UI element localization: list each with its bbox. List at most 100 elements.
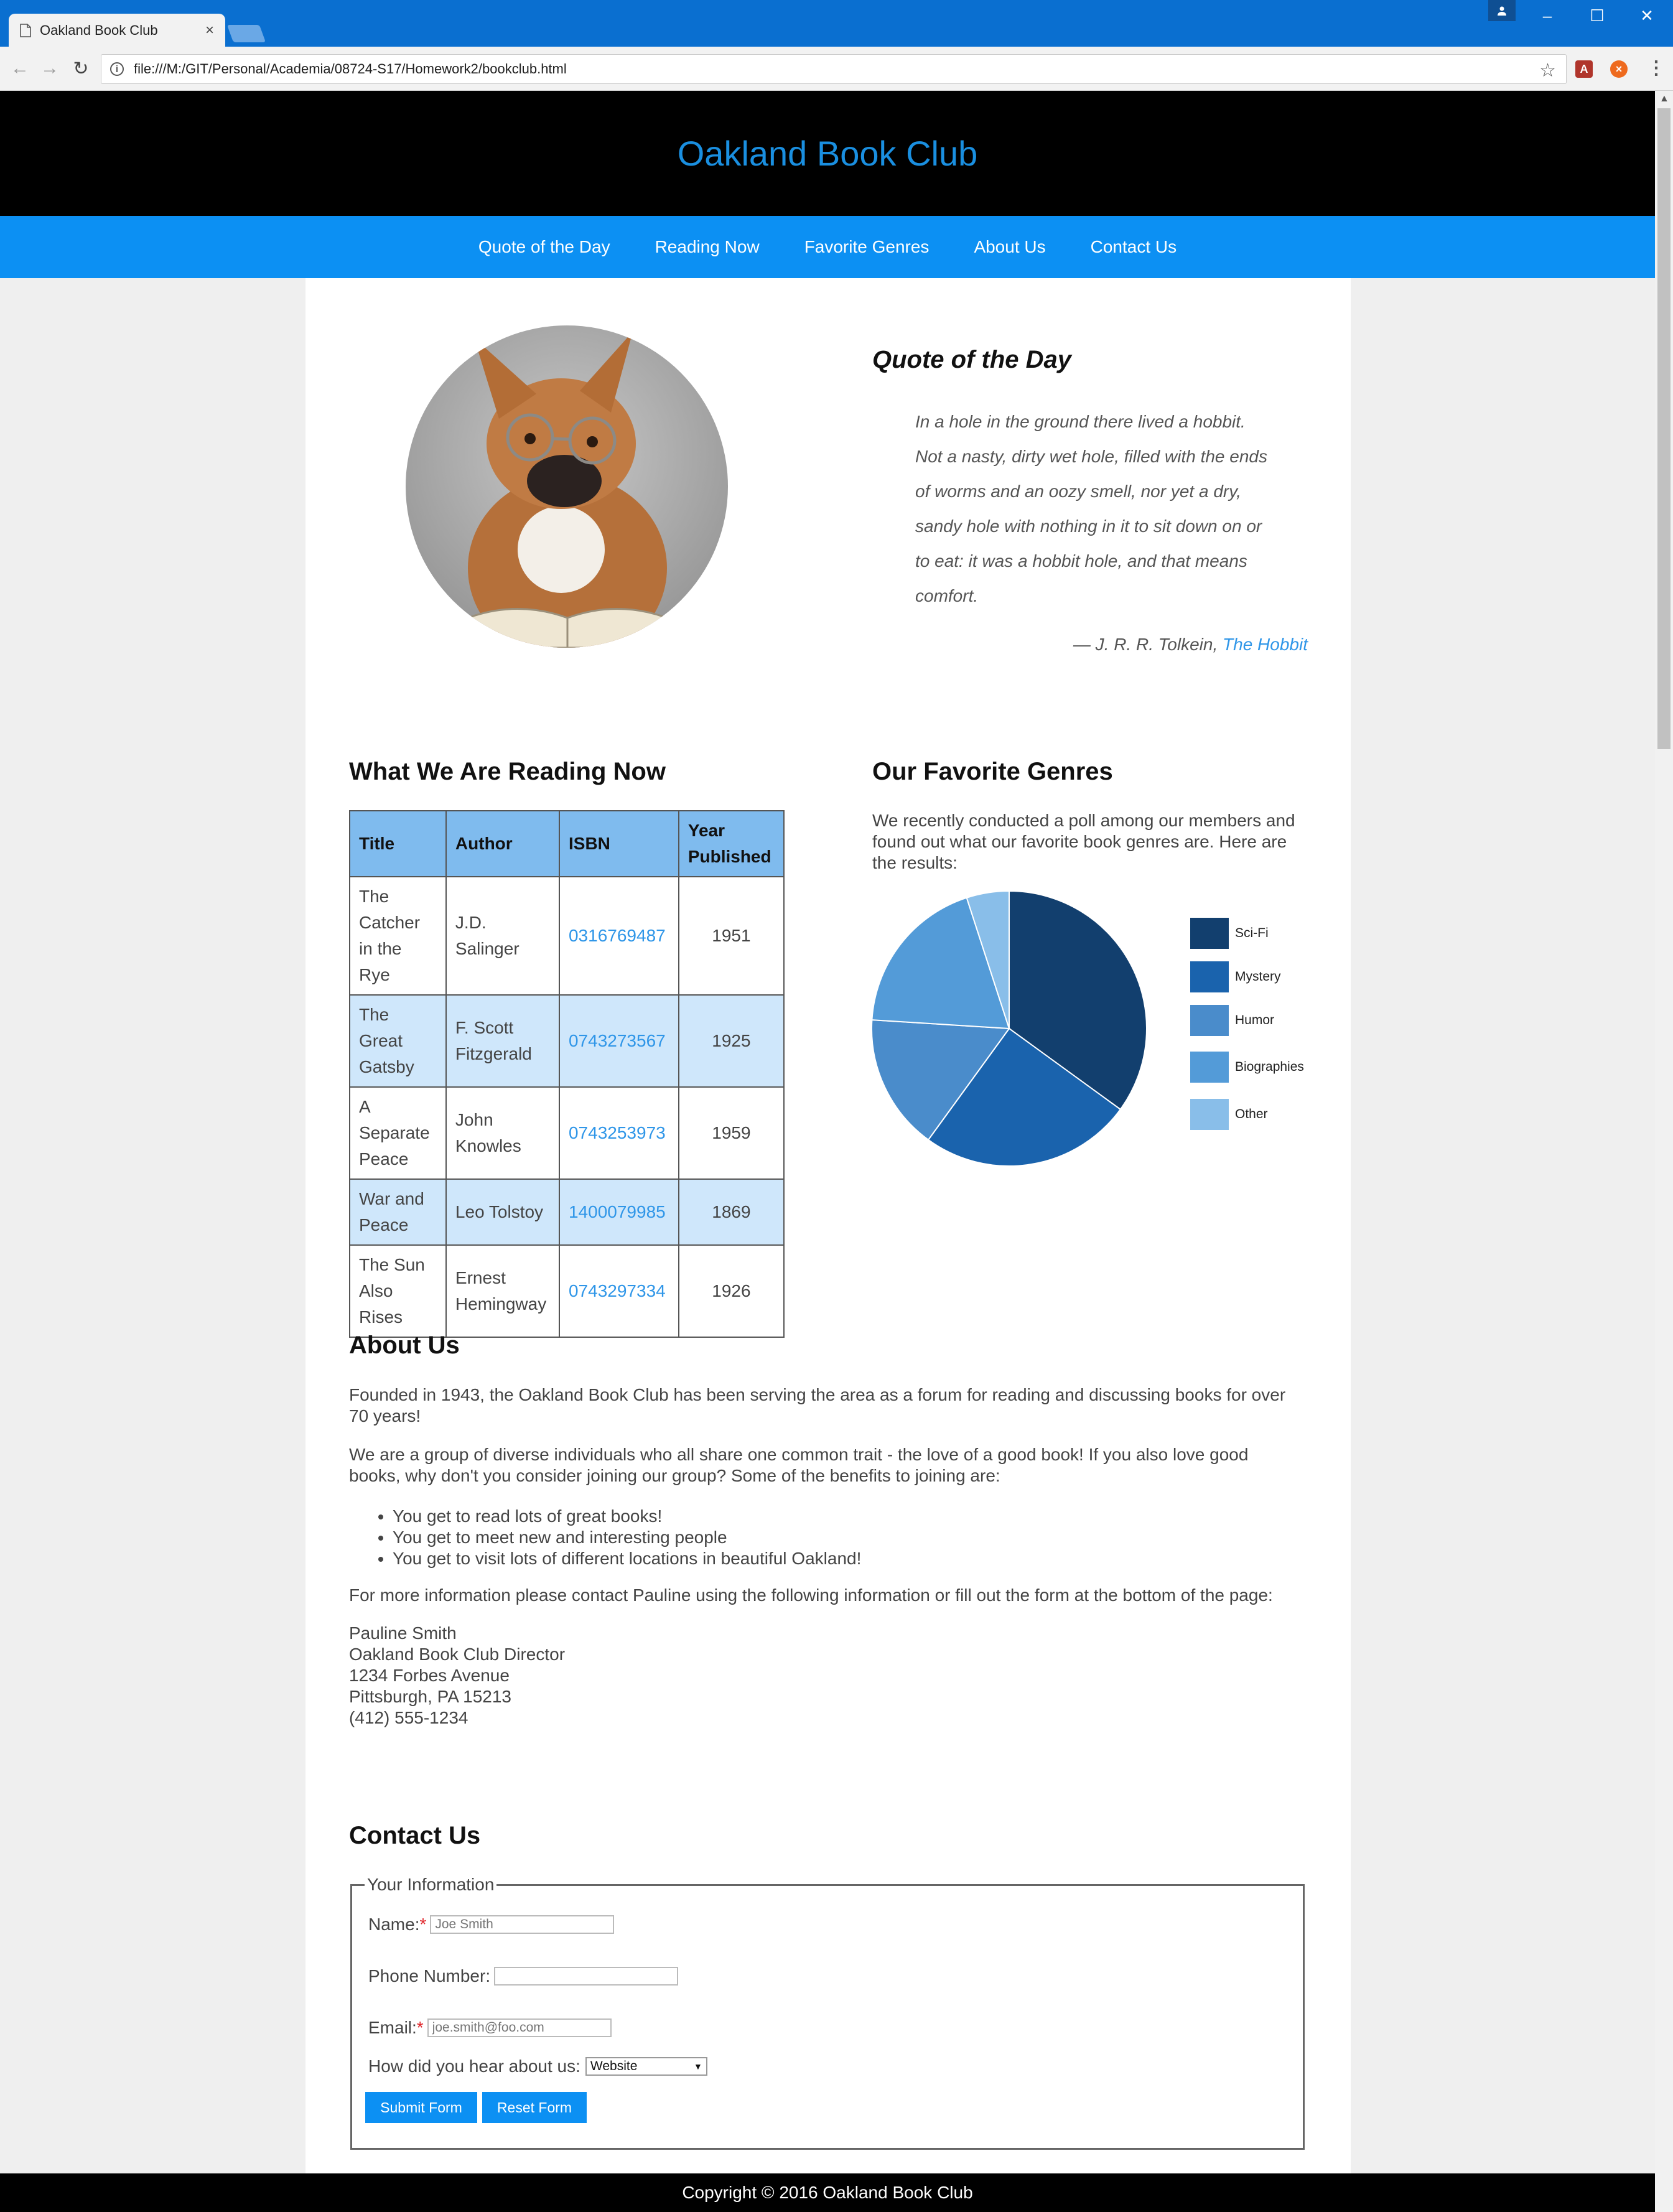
col-isbn: ISBN (558, 810, 679, 877)
legend-label: Humor (1235, 1013, 1275, 1027)
scroll-thumb[interactable] (1657, 108, 1671, 749)
book-title: A Separate Peace (349, 1086, 447, 1180)
book-isbn-link[interactable]: 0743297334 (558, 1244, 679, 1338)
reset-button[interactable]: Reset Form (482, 2092, 587, 2123)
legend-item: Biographies (1190, 1052, 1304, 1083)
book-year: 1959 (678, 1086, 785, 1180)
reload-icon[interactable]: ↻ (70, 57, 92, 80)
about-paragraph: Founded in 1943, the Oakland Book Club h… (349, 1385, 1286, 1426)
browser-tab[interactable]: Oakland Book Club × (9, 14, 225, 47)
site-nav: Quote of the Day Reading Now Favorite Ge… (0, 216, 1655, 278)
genre-pie-chart (871, 890, 1147, 1167)
book-author: Ernest Hemingway (445, 1244, 560, 1338)
page-scrollbar[interactable]: ▲ (1655, 91, 1673, 2212)
phone-input[interactable] (494, 1967, 679, 1986)
legend-swatch (1190, 1005, 1229, 1036)
referral-row: How did you hear about us: Website ▼ (368, 2056, 707, 2076)
scroll-up-icon[interactable]: ▲ (1659, 93, 1669, 105)
quote-body: In a hole in the ground there lived a ho… (915, 404, 1282, 614)
quote-author: — J. R. R. Tolkein, (1073, 635, 1218, 654)
legend-swatch (1190, 961, 1229, 992)
table-header-row: Title Author ISBN Year Published (349, 810, 785, 877)
new-tab-button[interactable] (226, 25, 266, 42)
book-author: J.D. Salinger (445, 876, 560, 996)
name-input[interactable] (430, 1915, 615, 1934)
form-legend: Your Information (367, 1875, 495, 1894)
quote-line: Not a nasty, dirty wet hole, filled with… (915, 447, 1267, 466)
close-icon[interactable]: × (205, 22, 214, 39)
book-isbn-link[interactable]: 0743273567 (558, 994, 679, 1088)
table-row: A Separate Peace John Knowles 0743253973… (349, 1086, 785, 1180)
required-mark: * (419, 1915, 427, 1934)
profile-icon[interactable] (1488, 0, 1516, 21)
list-item: You get to meet new and interesting peop… (393, 1527, 861, 1548)
book-year: 1926 (678, 1244, 785, 1338)
star-icon[interactable]: ☆ (1539, 60, 1556, 82)
col-author: Author (445, 810, 560, 877)
site-header: Oakland Book Club (0, 91, 1655, 216)
name-label: Name: (368, 1915, 420, 1934)
forward-icon[interactable]: → (39, 57, 61, 80)
table-row: The Sun Also Rises Ernest Hemingway 0743… (349, 1244, 785, 1338)
book-isbn-link[interactable]: 0316769487 (558, 876, 679, 996)
phone-label: Phone Number: (368, 1966, 491, 1986)
page-icon (20, 23, 31, 37)
email-row: Email: * (368, 2018, 612, 2038)
legend-item: Humor (1190, 1005, 1274, 1036)
nav-reading-now[interactable]: Reading Now (655, 237, 760, 257)
book-isbn-link[interactable]: 1400079985 (558, 1178, 679, 1246)
director-contact: Pauline Smith Oakland Book Club Director… (349, 1623, 565, 1729)
minimize-icon[interactable]: – (1522, 0, 1572, 31)
email-label: Email: (368, 2018, 417, 2037)
nav-quote-of-the-day[interactable]: Quote of the Day (478, 237, 610, 257)
nav-favorite-genres[interactable]: Favorite Genres (804, 237, 930, 257)
window-close-icon[interactable]: ✕ (1622, 0, 1672, 31)
pdf-extension-icon[interactable]: A (1575, 60, 1593, 78)
legend-item: Other (1190, 1099, 1268, 1130)
legend-swatch (1190, 1099, 1229, 1130)
contact-line: Pauline Smith (349, 1623, 457, 1643)
maximize-icon[interactable]: ☐ (1572, 0, 1622, 31)
address-bar[interactable]: i file:///M:/GIT/Personal/Academia/08724… (101, 54, 1567, 84)
book-title: The Sun Also Rises (349, 1244, 447, 1338)
referral-label: How did you hear about us: (368, 2056, 580, 2076)
legend-item: Sci-Fi (1190, 918, 1269, 949)
referral-select[interactable]: Website ▼ (585, 2057, 707, 2076)
table-row: War and Peace Leo Tolstoy 1400079985 186… (349, 1178, 785, 1246)
contact-line: Pittsburgh, PA 15213 (349, 1687, 511, 1706)
info-icon[interactable]: i (110, 62, 124, 76)
book-author: F. Scott Fitzgerald (445, 994, 560, 1088)
tab-title: Oakland Book Club (40, 22, 158, 38)
extension-icon[interactable]: × (1610, 60, 1628, 78)
quote-line: comfort. (915, 586, 979, 605)
nav-contact-us[interactable]: Contact Us (1091, 237, 1177, 257)
table-row: The Catcher in the Rye J.D. Salinger 031… (349, 876, 785, 996)
quote-heading: Quote of the Day (872, 346, 1072, 373)
book-year: 1925 (678, 994, 785, 1088)
book-title: The Catcher in the Rye (349, 876, 447, 996)
legend-swatch (1190, 1052, 1229, 1083)
about-paragraph: For more information please contact Paul… (349, 1585, 1273, 1605)
quote-line: In a hole in the ground there lived a ho… (915, 412, 1246, 431)
site-footer: Copyright © 2016 Oakland Book Club (0, 2173, 1655, 2212)
url-text: file:///M:/GIT/Personal/Academia/08724-S… (134, 61, 567, 77)
submit-button[interactable]: Submit Form (365, 2092, 477, 2123)
book-isbn-link[interactable]: 0743253973 (558, 1086, 679, 1180)
dog-reading-image (406, 325, 728, 648)
book-title: War and Peace (349, 1178, 447, 1246)
benefits-list: You get to read lots of great books! You… (349, 1506, 861, 1569)
quote-book-link[interactable]: The Hobbit (1223, 635, 1308, 654)
genres-heading: Our Favorite Genres (872, 758, 1113, 785)
back-icon[interactable]: ← (9, 57, 31, 80)
browser-titlebar: Oakland Book Club × – ☐ ✕ (0, 0, 1673, 47)
nav-about-us[interactable]: About Us (974, 237, 1045, 257)
legend-swatch (1190, 918, 1229, 949)
email-input[interactable] (427, 2018, 612, 2037)
list-item: You get to read lots of great books! (393, 1506, 861, 1527)
reading-table: Title Author ISBN Year Published The Cat… (349, 810, 785, 1338)
menu-icon[interactable]: ⋮ (1647, 57, 1666, 79)
name-row: Name: * (368, 1915, 615, 1934)
book-author: John Knowles (445, 1086, 560, 1180)
col-year: Year Published (678, 810, 785, 877)
book-title: The Great Gatsby (349, 994, 447, 1088)
